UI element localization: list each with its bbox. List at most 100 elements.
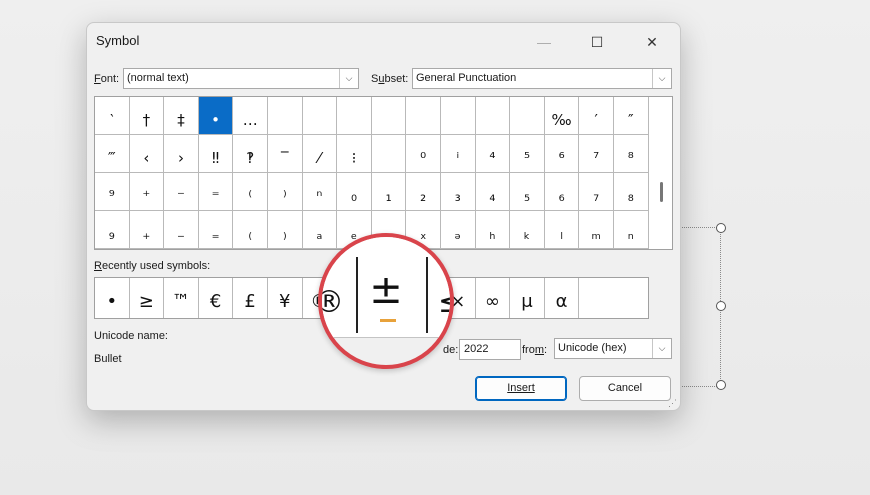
symbol-cell[interactable]: ⁺ bbox=[129, 173, 165, 211]
recent-symbol-cell[interactable]: ∞ bbox=[476, 278, 511, 318]
grid-scrollbar-thumb[interactable] bbox=[660, 182, 663, 202]
symbol-cell[interactable]: ₄ bbox=[475, 173, 511, 211]
recent-symbol-cell[interactable]: α bbox=[545, 278, 580, 318]
symbol-cell[interactable] bbox=[302, 97, 338, 135]
recent-symbol-cell[interactable]: ¥ bbox=[268, 278, 303, 318]
symbol-cell[interactable]: ⁄ bbox=[302, 135, 338, 173]
magnified-focus-underline bbox=[380, 319, 396, 322]
symbol-cell[interactable]: ₃ bbox=[441, 173, 476, 211]
font-dropdown[interactable]: (normal text) ⌵ bbox=[123, 68, 359, 89]
symbol-cell[interactable]: ⁼ bbox=[198, 173, 234, 211]
symbol-cell[interactable]: ₁ bbox=[371, 173, 407, 211]
symbol-cell[interactable]: ⁝ bbox=[337, 135, 372, 173]
subset-value: General Punctuation bbox=[416, 72, 517, 84]
symbol-cell[interactable]: ₎ bbox=[268, 211, 303, 249]
symbol-cell[interactable]: ₅ bbox=[510, 173, 545, 211]
maximize-icon[interactable]: ☐ bbox=[577, 29, 617, 55]
symbol-cell[interactable]: ₕ bbox=[475, 211, 511, 249]
symbol-cell[interactable]: › bbox=[164, 135, 199, 173]
symbol-cell[interactable]: • bbox=[198, 97, 234, 135]
symbol-cell[interactable]: ₊ bbox=[129, 211, 165, 249]
recent-symbol-cell[interactable]: • bbox=[95, 278, 130, 318]
symbol-cell[interactable] bbox=[337, 97, 372, 135]
symbol-cell[interactable] bbox=[441, 97, 476, 135]
symbol-cell[interactable] bbox=[406, 97, 441, 135]
symbol-cell[interactable]: ‾ bbox=[268, 135, 303, 173]
symbol-cell[interactable]: ″ bbox=[614, 97, 649, 135]
symbol-cell[interactable]: ⁻ bbox=[164, 173, 199, 211]
symbol-cell[interactable]: ⁴ bbox=[475, 135, 511, 173]
symbol-cell[interactable]: ₂ bbox=[406, 173, 441, 211]
character-code-input[interactable]: 2022 bbox=[459, 339, 521, 360]
recent-symbol-cell[interactable]: £ bbox=[233, 278, 268, 318]
font-value: (normal text) bbox=[127, 72, 189, 84]
unicode-name-label: Unicode name: bbox=[94, 330, 168, 342]
symbol-cell[interactable]: ⁱ bbox=[441, 135, 476, 173]
symbol-cell[interactable]: ‡ bbox=[164, 97, 199, 135]
symbol-cell[interactable] bbox=[475, 97, 511, 135]
recent-label: Recently used symbols: bbox=[94, 260, 211, 272]
title-bar: Symbol — ☐ ✕ bbox=[87, 23, 680, 59]
symbol-cell[interactable]: ⁶ bbox=[544, 135, 580, 173]
symbol-cell[interactable]: ₗ bbox=[544, 211, 580, 249]
cancel-button[interactable]: Cancel bbox=[579, 376, 671, 401]
symbol-cell[interactable]: ₀ bbox=[337, 173, 372, 211]
symbol-cell[interactable]: ₍ bbox=[233, 211, 268, 249]
symbol-cell[interactable]: ⁿ bbox=[302, 173, 338, 211]
close-icon[interactable]: ✕ bbox=[632, 29, 672, 55]
symbol-cell[interactable]: ₋ bbox=[164, 211, 199, 249]
recent-symbol-cell[interactable]: € bbox=[199, 278, 234, 318]
selection-frame bbox=[680, 227, 721, 387]
symbol-cell[interactable]: ₇ bbox=[579, 173, 614, 211]
resize-handle-bottom[interactable] bbox=[716, 380, 726, 390]
symbol-cell[interactable]: ‹ bbox=[129, 135, 165, 173]
symbol-cell[interactable]: ⁾ bbox=[268, 173, 303, 211]
character-code-label: de: bbox=[443, 344, 459, 356]
font-label: Font: bbox=[94, 73, 120, 85]
magnified-right-symbol: ≤ bbox=[438, 285, 450, 320]
symbol-cell[interactable]: † bbox=[129, 97, 165, 135]
symbol-cell[interactable]: ₙ bbox=[614, 211, 649, 249]
magnified-cell-border-right bbox=[426, 257, 428, 333]
symbol-cell[interactable]: ⁽ bbox=[233, 173, 268, 211]
symbol-cell[interactable]: … bbox=[233, 97, 268, 135]
symbol-cell[interactable]: ⁹ bbox=[95, 173, 130, 211]
symbol-cell[interactable]: ⁰ bbox=[406, 135, 441, 173]
symbol-cell[interactable]: ₉ bbox=[95, 211, 130, 249]
symbol-cell[interactable]: ⁷ bbox=[579, 135, 614, 173]
symbol-cell[interactable]: ₘ bbox=[579, 211, 614, 249]
from-dropdown[interactable]: Unicode (hex) ⌵ bbox=[554, 338, 672, 359]
unicode-name-value: Bullet bbox=[94, 353, 122, 365]
symbol-cell[interactable]: ‰ bbox=[544, 97, 580, 135]
insert-button[interactable]: Insert bbox=[475, 376, 567, 401]
symbol-cell[interactable]: ‵ bbox=[95, 97, 130, 135]
symbol-cell[interactable]: ‽ bbox=[233, 135, 268, 173]
symbol-cell[interactable] bbox=[510, 97, 545, 135]
symbol-cell[interactable] bbox=[371, 135, 407, 173]
minimize-icon[interactable]: — bbox=[524, 29, 564, 55]
subset-label: Subset: bbox=[371, 73, 409, 85]
symbol-cell[interactable]: ‼ bbox=[198, 135, 234, 173]
symbol-cell[interactable]: ₈ bbox=[614, 173, 649, 211]
chevron-down-icon[interactable]: ⌵ bbox=[652, 69, 671, 88]
recent-symbol-cell[interactable]: ™ bbox=[164, 278, 199, 318]
zoom-magnifier: ® ± ≤ bbox=[318, 233, 454, 369]
symbol-cell[interactable]: ⁸ bbox=[614, 135, 649, 173]
recent-symbol-cell[interactable]: ≥ bbox=[130, 278, 165, 318]
resize-handle-middle[interactable] bbox=[716, 301, 726, 311]
symbol-cell[interactable]: ₌ bbox=[198, 211, 234, 249]
resize-handle-top[interactable] bbox=[716, 223, 726, 233]
symbol-cell[interactable]: ₆ bbox=[544, 173, 580, 211]
symbol-cell[interactable] bbox=[371, 97, 407, 135]
symbol-cell[interactable]: ₖ bbox=[510, 211, 545, 249]
from-value: Unicode (hex) bbox=[558, 342, 627, 354]
chevron-down-icon[interactable]: ⌵ bbox=[339, 69, 358, 88]
symbol-cell[interactable] bbox=[268, 97, 303, 135]
resize-grip-icon[interactable]: ⋰ bbox=[668, 398, 678, 408]
recent-symbol-cell[interactable]: μ bbox=[510, 278, 545, 318]
subset-dropdown[interactable]: General Punctuation ⌵ bbox=[412, 68, 672, 89]
chevron-down-icon[interactable]: ⌵ bbox=[652, 339, 671, 358]
symbol-cell[interactable]: ‴ bbox=[95, 135, 130, 173]
symbol-cell[interactable]: ⁵ bbox=[510, 135, 545, 173]
symbol-cell[interactable]: ′ bbox=[579, 97, 614, 135]
